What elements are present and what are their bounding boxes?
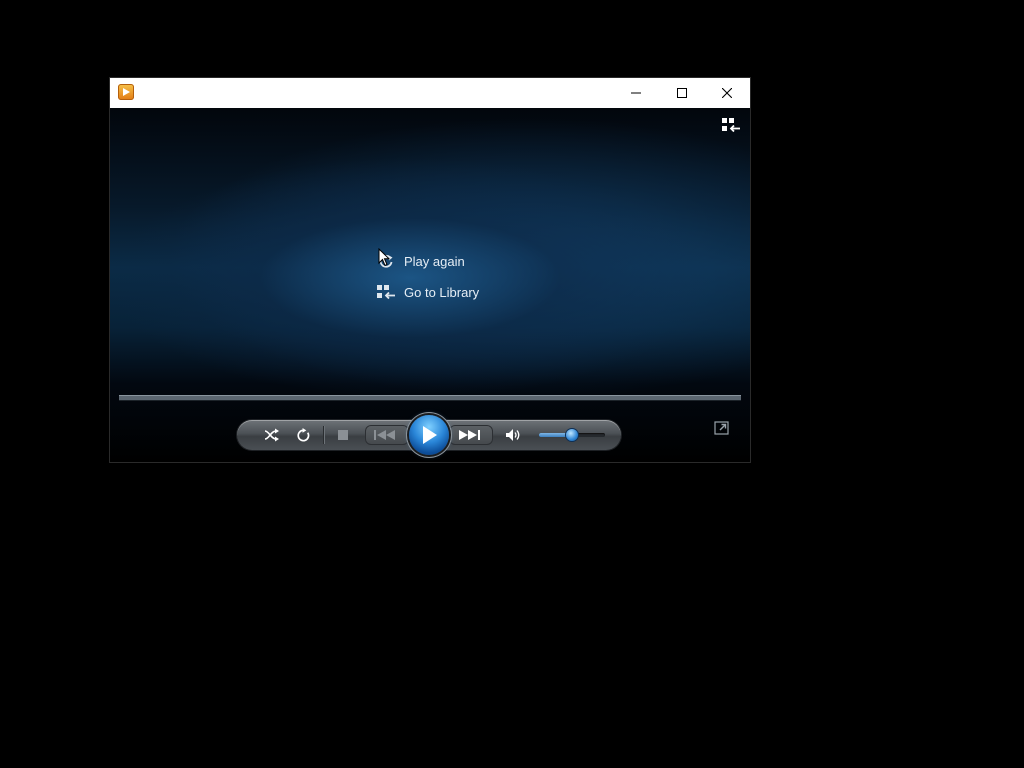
seek-bar[interactable]: [119, 395, 741, 401]
media-player-icon: [118, 84, 134, 100]
stop-icon: [338, 430, 348, 440]
shuffle-icon: [264, 428, 279, 442]
minimize-button[interactable]: [613, 78, 659, 108]
speaker-icon: [506, 429, 520, 441]
switch-to-library-icon[interactable]: [721, 117, 741, 133]
go-to-library-link[interactable]: Go to Library: [376, 281, 479, 303]
video-area[interactable]: Play again Go to Library: [110, 108, 750, 462]
stop-button[interactable]: [333, 426, 353, 444]
next-icon: [459, 430, 480, 440]
mouse-cursor-icon: [378, 248, 390, 267]
controls-separator: [323, 426, 324, 444]
go-to-library-label: Go to Library: [404, 284, 480, 300]
mute-button[interactable]: [503, 426, 523, 444]
previous-button[interactable]: [365, 425, 409, 445]
next-button[interactable]: [449, 425, 493, 445]
media-player-window: Play again Go to Library: [110, 78, 750, 462]
playback-controls: [237, 415, 621, 455]
close-icon: [722, 88, 732, 98]
minimize-icon: [631, 92, 641, 94]
close-button[interactable]: [704, 78, 750, 108]
play-again-label: Play again: [404, 253, 465, 269]
repeat-icon: [296, 427, 309, 441]
play-button[interactable]: [409, 415, 449, 455]
maximize-button[interactable]: [659, 78, 705, 108]
fullscreen-icon[interactable]: [714, 420, 730, 436]
previous-icon: [374, 430, 395, 440]
repeat-button[interactable]: [293, 426, 313, 444]
library-icon: [376, 282, 396, 302]
play-icon: [423, 426, 437, 444]
volume-slider[interactable]: [539, 429, 605, 441]
title-bar[interactable]: [110, 78, 750, 108]
maximize-icon: [677, 88, 687, 98]
shuffle-button[interactable]: [262, 426, 282, 444]
volume-thumb[interactable]: [566, 429, 578, 441]
